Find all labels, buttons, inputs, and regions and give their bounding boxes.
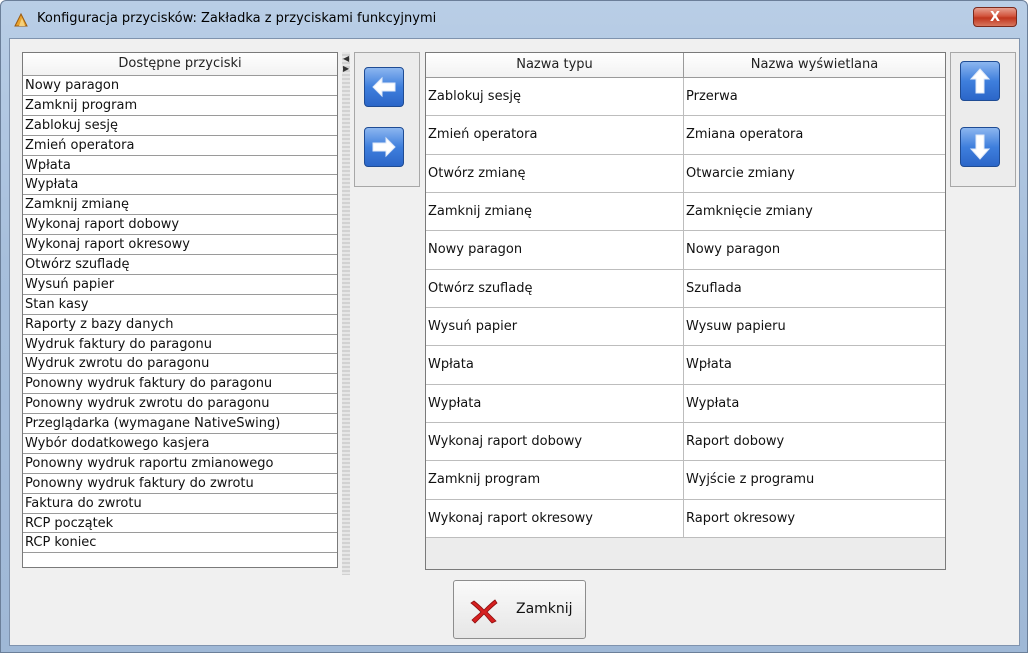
cell-display-name[interactable]: Otwarcie zmiany [684,155,945,192]
red-x-icon [470,598,498,628]
table-row[interactable]: Wysuń papier Wysuw papieru [426,307,945,347]
table-body: Zablokuj sesję Przerwa Zmień operatora Zmia… [426,78,945,538]
dialog-content: Dostępne przyciski Nowy paragon Zamknij p… [9,38,1020,646]
close-dialog-label: Zamknij [516,601,573,617]
cell-display-name[interactable]: Zmiana operatora [684,116,945,153]
list-item[interactable]: Stan kasy [23,295,337,315]
list-item[interactable]: Wykonaj raport dobowy [23,215,337,236]
table-row[interactable]: Wpłata Wpłata [426,346,945,385]
splitter-left-arrow-icon[interactable]: ◀ [343,54,349,63]
splitter-handle[interactable]: ◀ ▶ [342,52,350,575]
transfer-buttons [354,52,420,187]
list-item[interactable]: Ponowny wydruk faktury do paragonu [23,374,337,395]
close-dialog-button[interactable]: Zamknij [453,580,586,639]
dialog-window: Konfiguracja przycisków: Zakładka z przy… [0,0,1028,653]
cell-display-name[interactable]: Nowy paragon [684,231,945,268]
list-item[interactable]: Wysuń papier [23,275,337,295]
list-item[interactable]: Wypłata [23,175,337,196]
table-row[interactable]: Otwórz szufladę Szuflada [426,269,945,308]
table-row[interactable]: Zmień operatora Zmiana operatora [426,116,945,155]
cell-type-name[interactable]: Nowy paragon [426,231,684,269]
list-item[interactable]: Wydruk zwrotu do paragonu [23,354,337,375]
cell-display-name[interactable]: Wypłata [684,385,945,422]
cell-type-name[interactable]: Zamknij zmianę [426,192,684,231]
table-row[interactable]: Zamknij program Wyjście z programu [426,461,945,500]
splitter-right-arrow-icon[interactable]: ▶ [343,64,349,73]
window-close-button[interactable]: X [973,7,1017,27]
cell-type-name[interactable]: Wpłata [426,346,684,384]
arrow-left-icon [372,76,396,98]
cell-display-name[interactable]: Wpłata [684,346,945,383]
available-buttons-header: Dostępne przyciski [23,53,337,76]
cell-type-name[interactable]: Zablokuj sesję [426,78,684,116]
table-row[interactable]: Wykonaj raport okresowy Raport okresowy [426,499,945,538]
cell-type-name[interactable]: Wykonaj raport dobowy [426,422,684,461]
cell-display-name[interactable]: Raport okresowy [684,500,945,537]
add-button[interactable] [364,127,404,167]
list-item[interactable]: Zamknij program [23,96,337,116]
table-row[interactable]: Nowy paragon Nowy paragon [426,231,945,270]
list-item[interactable]: Wybór dodatkowego kasjera [23,434,337,454]
cell-type-name[interactable]: Wypłata [426,384,684,422]
cell-type-name[interactable]: Wysuń papier [426,307,684,346]
arrow-up-icon [969,68,991,94]
list-item[interactable]: RCP początek [23,514,337,534]
app-icon [13,12,29,28]
list-item[interactable]: Nowy paragon [23,76,337,96]
window-title: Konfiguracja przycisków: Zakładka z przy… [37,11,437,26]
list-item[interactable]: Zmień operatora [23,136,337,156]
title-bar: Konfiguracja przycisków: Zakładka z przy… [1,1,1027,35]
cell-display-name[interactable]: Wysuw papieru [684,308,945,345]
selected-buttons-table: Nazwa typu Nazwa wyświetlana Zablokuj se… [425,52,946,570]
table-row[interactable]: Zamknij zmianę Zamknięcie zmiany [426,192,945,232]
table-row[interactable]: Wypłata Wypłata [426,384,945,423]
list-item[interactable]: RCP koniec [23,533,337,554]
move-up-button[interactable] [960,61,1000,101]
cell-display-name[interactable]: Raport dobowy [684,423,945,460]
cell-display-name[interactable]: Przerwa [684,78,945,115]
cell-type-name[interactable]: Wykonaj raport okresowy [426,499,684,537]
column-header-display[interactable]: Nazwa wyświetlana [684,53,945,77]
table-header: Nazwa typu Nazwa wyświetlana [426,53,945,78]
list-item[interactable]: Ponowny wydruk zwrotu do paragonu [23,394,337,415]
list-item[interactable]: Wykonaj raport okresowy [23,235,337,256]
arrow-down-icon [969,134,991,160]
list-item[interactable]: Zamknij zmianę [23,195,337,216]
arrow-right-icon [372,136,396,158]
available-buttons-items: Nowy paragon Zamknij program Zablokuj sesj… [23,76,337,554]
list-item[interactable]: Wydruk faktury do paragonu [23,335,337,355]
list-item[interactable]: Wpłata [23,156,337,176]
cell-display-name[interactable]: Zamknięcie zmiany [684,193,945,230]
cell-display-name[interactable]: Szuflada [684,270,945,307]
list-item[interactable]: Otwórz szufladę [23,255,337,275]
table-row[interactable]: Wykonaj raport dobowy Raport dobowy [426,422,945,462]
available-buttons-list: Dostępne przyciski Nowy paragon Zamknij p… [22,52,338,568]
cell-type-name[interactable]: Otwórz szufladę [426,269,684,307]
cell-display-name[interactable]: Wyjście z programu [684,461,945,498]
reorder-buttons [950,52,1016,187]
table-row[interactable]: Otwórz zmianę Otwarcie zmiany [426,154,945,193]
list-item[interactable]: Zablokuj sesję [23,116,337,136]
cell-type-name[interactable]: Zmień operatora [426,116,684,154]
list-item[interactable]: Raporty z bazy danych [23,315,337,335]
cell-type-name[interactable]: Otwórz zmianę [426,154,684,192]
list-item[interactable]: Przeglądarka (wymagane NativeSwing) [23,414,337,435]
move-down-button[interactable] [960,127,1000,167]
list-item[interactable]: Faktura do zwrotu [23,494,337,514]
table-row[interactable]: Zablokuj sesję Przerwa [426,78,945,117]
cell-type-name[interactable]: Zamknij program [426,461,684,499]
list-item[interactable]: Ponowny wydruk faktury do zwrotu [23,474,337,494]
list-item[interactable]: Ponowny wydruk raportu zmianowego [23,454,337,474]
remove-button[interactable] [364,67,404,107]
column-header-type[interactable]: Nazwa typu [426,53,684,77]
